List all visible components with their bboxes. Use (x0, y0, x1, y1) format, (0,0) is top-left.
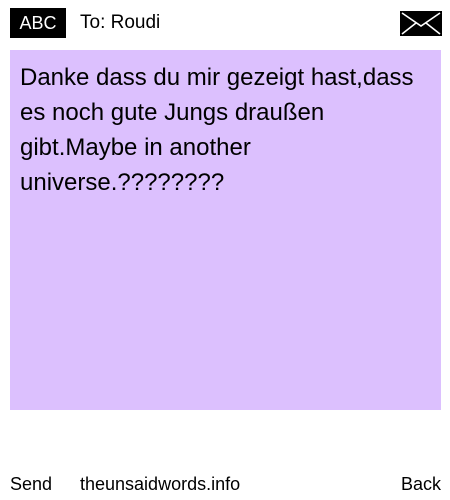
back-button[interactable]: Back (401, 472, 441, 496)
message-body[interactable]: Danke dass du mir gezeigt hast,dass es n… (10, 50, 441, 410)
send-button[interactable]: Send (10, 472, 52, 496)
header-bar: ABC To: Roudi (0, 0, 450, 46)
envelope-icon (400, 11, 442, 36)
recipient-label: To: Roudi (80, 12, 161, 33)
input-mode-badge[interactable]: ABC (10, 8, 66, 38)
site-label: theunsaidwords.info (80, 474, 241, 494)
message-text: Danke dass du mir gezeigt hast,dass es n… (20, 64, 414, 196)
